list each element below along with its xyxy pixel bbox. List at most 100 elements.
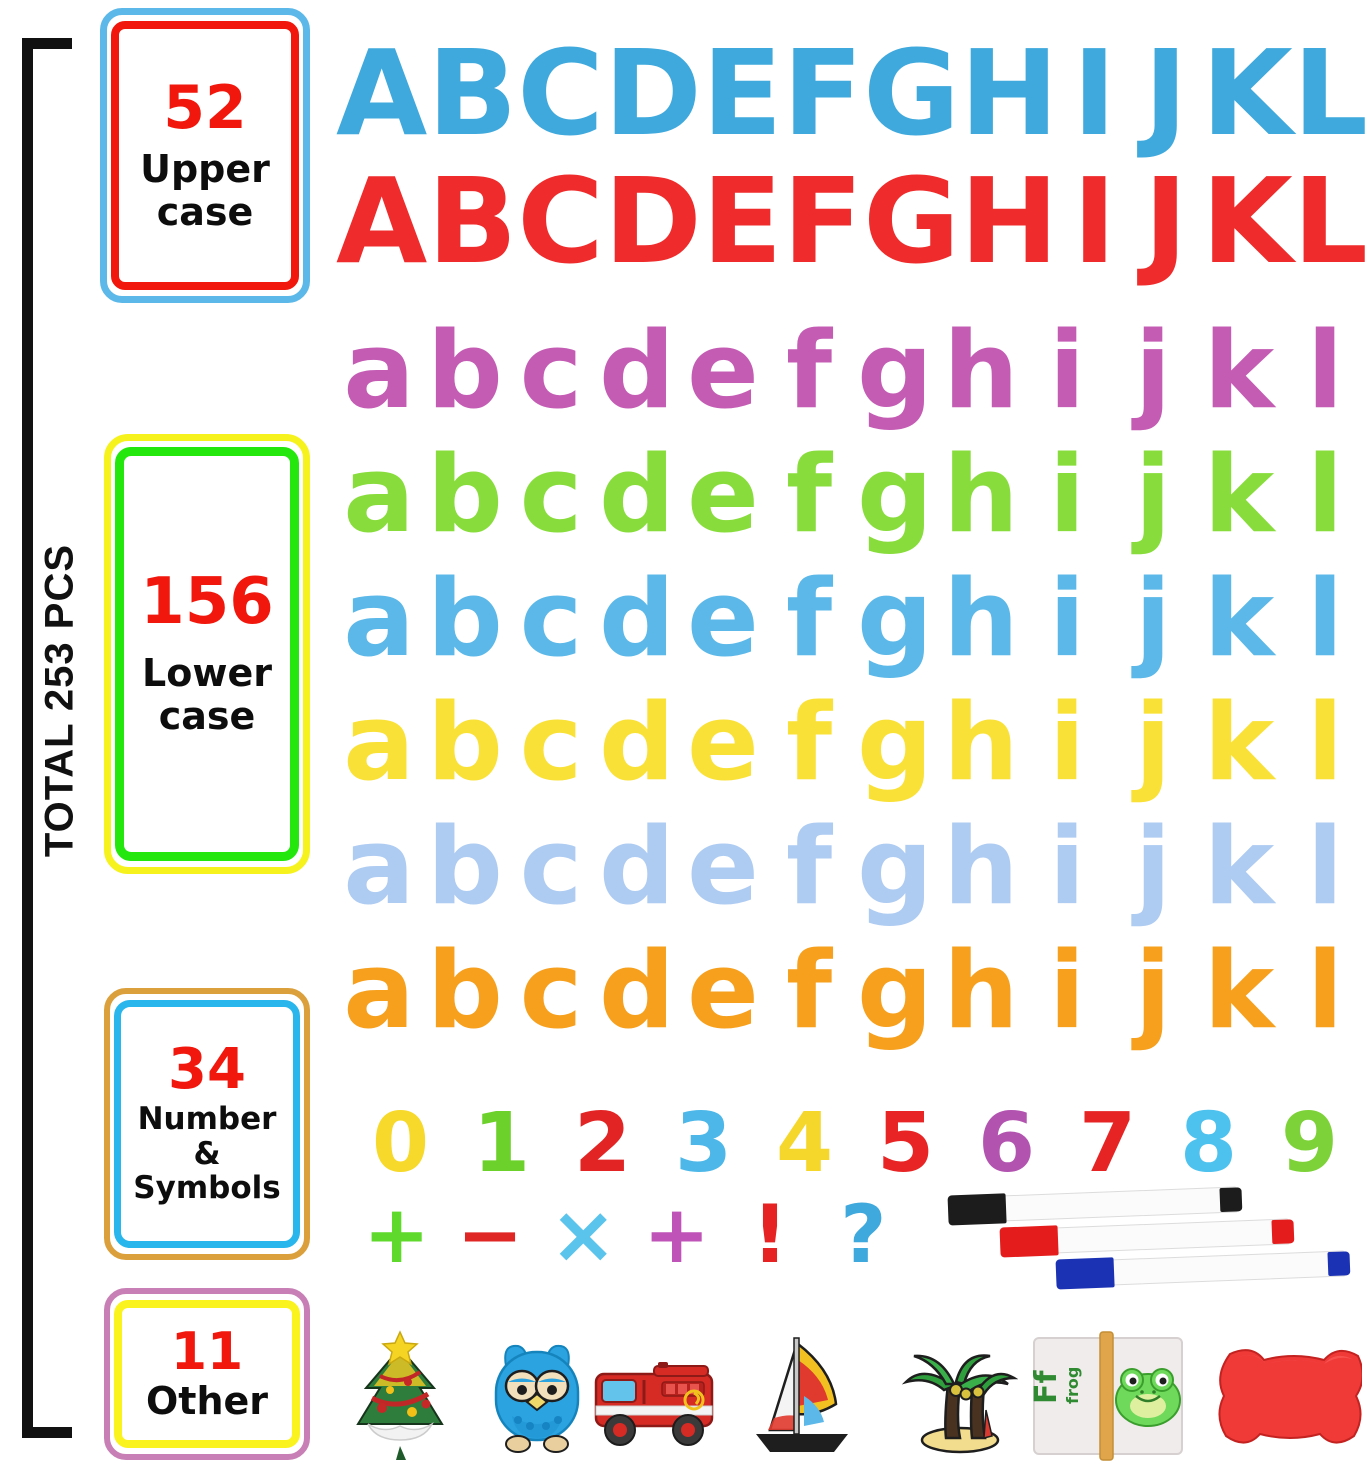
svg-text:Ff: Ff (1030, 1370, 1064, 1404)
fire-truck-magnet (588, 1348, 720, 1456)
marker-tip (1271, 1219, 1295, 1245)
number-symbols-label-line3: Symbols (133, 1170, 281, 1207)
bracket-top-tip (22, 38, 72, 49)
letter-tile-f-l6: f (785, 929, 833, 1052)
category-box-uppercase: 52 Upper case (100, 8, 310, 303)
letter-tile-j-l4: j (1134, 681, 1172, 804)
number-symbols-label-line2: & (193, 1135, 221, 1172)
lowercase-row-blue: abcdefghijkl (330, 548, 1368, 672)
uppercase-row-red: ABCDEFGHIJKL (330, 140, 1368, 280)
letter-tile-d-l5: d (599, 805, 675, 928)
letter-tile-e-l6: e (687, 929, 759, 1052)
letter-tile-g-l1: g (857, 309, 933, 432)
letter-tile-H-u1: H (959, 24, 1059, 162)
letter-tile-b-l3: b (427, 557, 503, 680)
other-items-row: Ff frog (330, 1326, 1368, 1466)
number-symbols-label-line1: Number (137, 1100, 277, 1137)
letter-tile-L-u2: L (1292, 152, 1368, 290)
letter-tile-F-u2: F (782, 152, 864, 290)
letter-tile-e-l1: e (687, 309, 759, 432)
red-marker (999, 1218, 1295, 1258)
lowercase-row-green: abcdefghijkl (330, 424, 1368, 548)
letter-tile-l-l3: l (1306, 557, 1344, 680)
bracket-bottom-tip (22, 1427, 72, 1438)
owl-magnet (488, 1338, 586, 1460)
letter-tile-h-l6: h (943, 929, 1019, 1052)
marker-tip (1219, 1187, 1243, 1213)
letter-tile-c-l4: c (519, 681, 583, 804)
palm-tree-icon (901, 1354, 1019, 1454)
flash-card: Ff frog (1029, 1330, 1188, 1466)
christmas-tree-magnet (346, 1328, 454, 1466)
marker-tip (1327, 1251, 1351, 1277)
uppercase-count: 52 (163, 72, 247, 143)
letter-tile-a-l6: a (343, 929, 415, 1052)
bracket-bar (22, 38, 33, 1438)
letter-tile-h-l5: h (943, 805, 1019, 928)
letter-tile-j-l2: j (1134, 433, 1172, 556)
symbol-tile-plus-alt: + (643, 1188, 711, 1281)
letter-tile-i-l5: i (1048, 805, 1086, 928)
category-box-number-symbols: 34 Number & Symbols (104, 988, 310, 1260)
category-box-lowercase: 156 Lower case (104, 434, 310, 874)
letter-tile-E-u1: E (701, 24, 783, 162)
marker-cap (947, 1193, 1007, 1226)
number-tile-6: 6 (977, 1096, 1036, 1191)
letter-tile-a-l2: a (343, 433, 415, 556)
letter-tile-k-l4: k (1203, 681, 1275, 804)
letter-tile-k-l3: k (1203, 557, 1275, 680)
sailboat-icon (756, 1337, 848, 1452)
number-tile-3: 3 (674, 1096, 733, 1191)
uppercase-row-blue: ABCDEFGHIJKL (330, 12, 1368, 152)
letter-tile-L-u1: L (1292, 24, 1368, 162)
letter-tile-D-u2: D (603, 152, 702, 290)
number-tile-1: 1 (472, 1096, 531, 1191)
eraser-icon (1218, 1349, 1364, 1444)
letter-tile-B-u2: B (427, 152, 518, 290)
letter-tile-b-l2: b (427, 433, 503, 556)
lowercase-label-line2: case (158, 694, 256, 738)
letter-tile-c-l2: c (519, 433, 583, 556)
letter-tile-c-l1: c (519, 309, 583, 432)
flash-card-icon: Ff frog (1029, 1331, 1183, 1461)
letter-tile-l-l5: l (1306, 805, 1344, 928)
letter-tile-I-u1: I (1072, 24, 1117, 162)
letter-tile-e-l2: e (687, 433, 759, 556)
lowercase-row-yellow: abcdefghijkl (330, 672, 1368, 796)
letter-tile-b-l4: b (427, 681, 503, 804)
lowercase-label-line1: Lower (142, 651, 272, 696)
letter-tile-i-l4: i (1048, 681, 1086, 804)
letter-tile-k-l1: k (1203, 309, 1275, 432)
number-tile-9: 9 (1280, 1096, 1339, 1191)
letter-tile-b-l6: b (427, 929, 503, 1052)
symbols-row: + − × +!? (350, 1185, 910, 1285)
letter-tile-i-l6: i (1048, 929, 1086, 1052)
letter-tile-k-l2: k (1203, 433, 1275, 556)
lowercase-row-orange: abcdefghijkl (330, 920, 1368, 1044)
black-marker (947, 1186, 1243, 1226)
letter-tile-E-u2: E (701, 152, 783, 290)
uppercase-label-line2: case (156, 189, 254, 234)
letter-tile-A-u1: A (336, 24, 428, 162)
letter-tile-J-u2: J (1143, 152, 1188, 290)
symbol-tile-plus: + (363, 1188, 431, 1281)
marker-cap (999, 1225, 1059, 1258)
letter-tile-a-l1: a (343, 309, 415, 432)
letter-tile-D-u1: D (603, 24, 702, 162)
lowercase-row-periwinkle: abcdefghijkl (330, 796, 1368, 920)
letter-tile-e-l3: e (687, 557, 759, 680)
letter-tile-d-l1: d (599, 309, 675, 432)
letter-tile-k-l6: k (1203, 929, 1275, 1052)
letter-tile-C-u2: C (517, 152, 604, 290)
category-box-other: 11 Other (104, 1288, 310, 1460)
letter-tile-j-l6: j (1134, 929, 1172, 1052)
other-count: 11 (170, 1321, 244, 1382)
letter-tile-j-l1: j (1134, 309, 1172, 432)
letter-tile-e-l5: e (687, 805, 759, 928)
symbol-tile-minus: − (456, 1188, 524, 1281)
number-tile-8: 8 (1179, 1096, 1238, 1191)
letter-tile-g-l3: g (857, 557, 933, 680)
letter-tile-h-l3: h (943, 557, 1019, 680)
blue-marker (1055, 1250, 1351, 1290)
number-tile-7: 7 (1078, 1096, 1137, 1191)
